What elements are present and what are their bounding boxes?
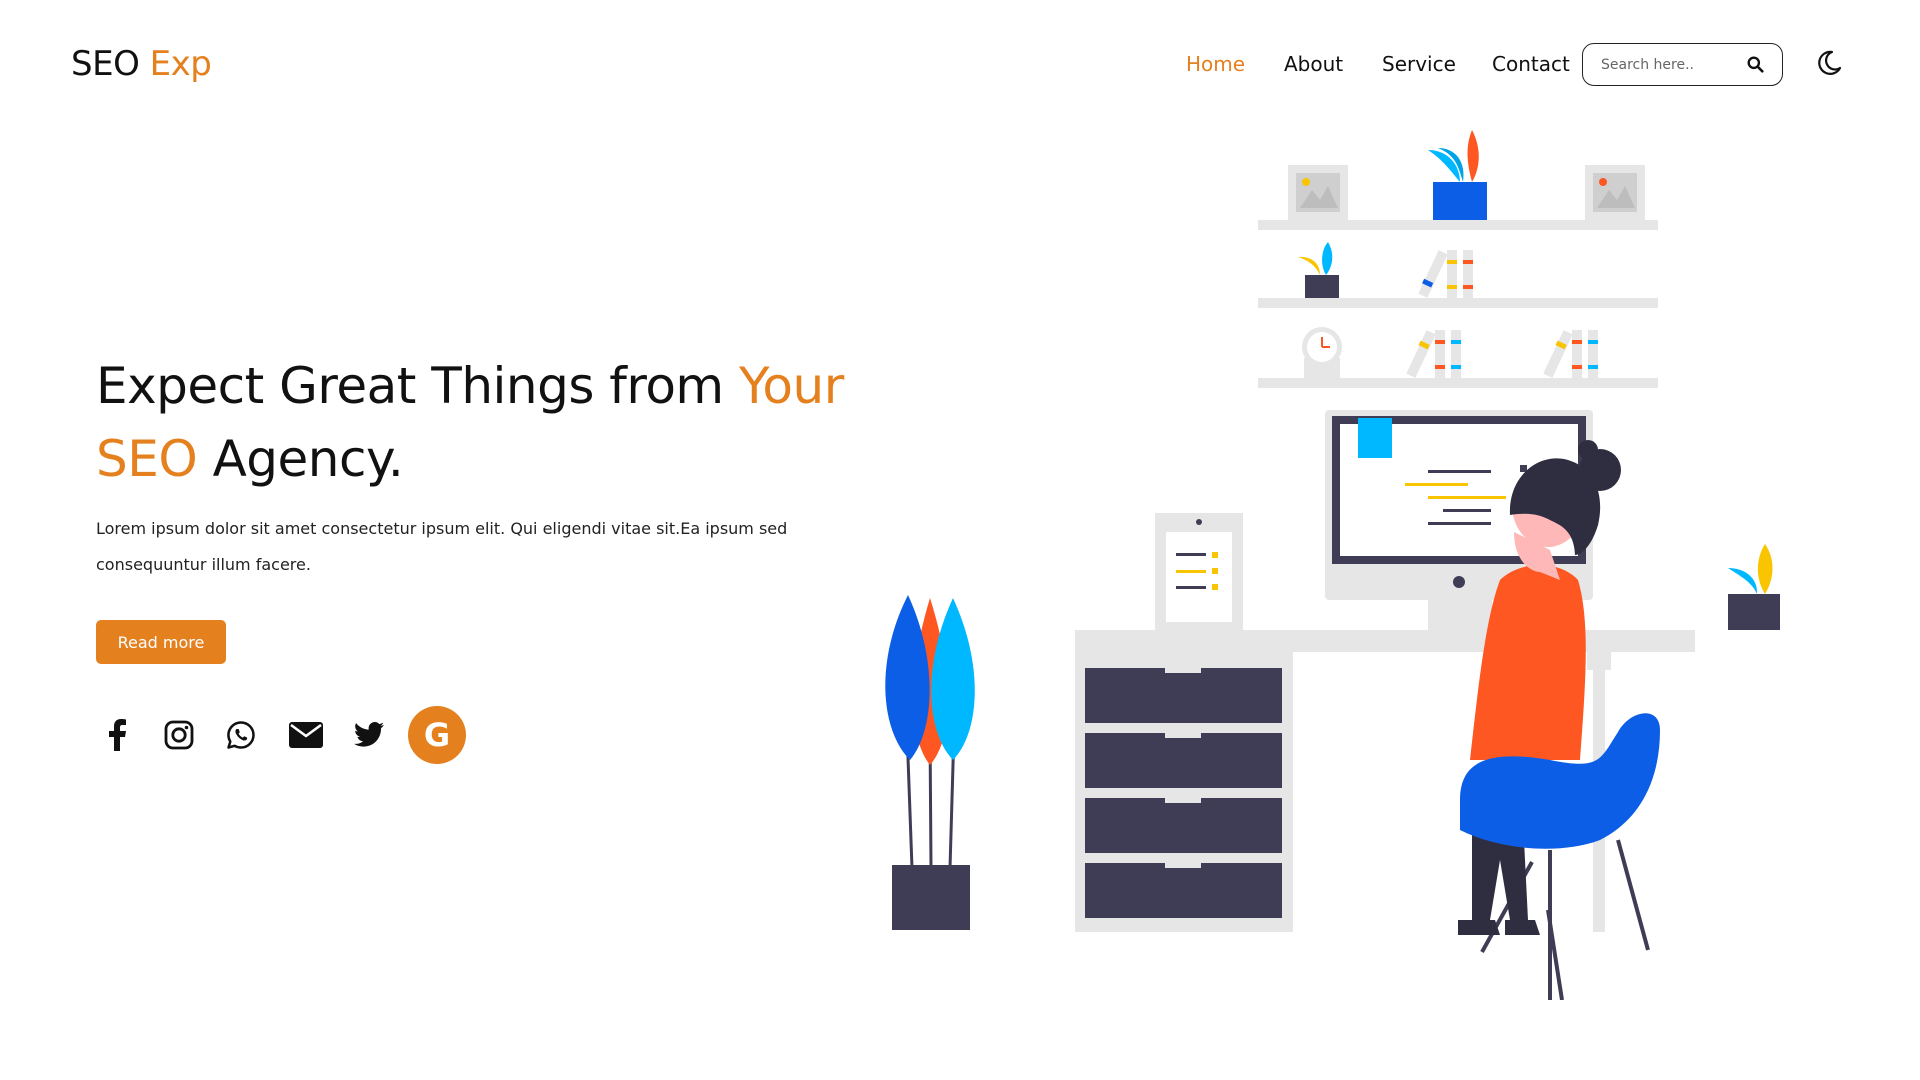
nav-service[interactable]: Service [1382,52,1456,76]
read-more-button[interactable]: Read more [96,620,226,664]
brand-name-part2: Exp [149,44,212,84]
nav-contact[interactable]: Contact [1492,52,1570,76]
hero-title-part2: Agency. [197,430,404,488]
envelope-icon[interactable] [289,722,323,748]
search-icon[interactable] [1747,56,1764,73]
hero-title-accent-your: Your [739,357,844,415]
moon-icon[interactable] [1815,49,1843,77]
hero-title-part1: Expect Great Things from [96,357,740,415]
instagram-icon[interactable] [164,720,194,750]
google-icon[interactable]: G [408,706,466,764]
brand-logo[interactable]: SEO Exp [71,44,212,84]
twitter-icon[interactable] [354,722,384,748]
search-box [1582,43,1783,86]
facebook-icon[interactable] [106,719,128,751]
wall-shelves [1258,130,1658,388]
social-links: G [96,702,496,766]
nav-about[interactable]: About [1284,52,1343,76]
office-illustration [885,130,1780,1000]
hero-description: Lorem ipsum dolor sit amet consectetur i… [96,519,788,574]
navbar: SEO Exp Home About Service Contact [0,0,1920,130]
whatsapp-icon[interactable] [226,720,256,750]
hero-title-accent-seo: SEO [96,430,198,488]
brand-name-part1: SEO [71,44,140,84]
search-input[interactable] [1601,54,1741,76]
hero-title: Expect Great Things from Your SEO Agency… [96,350,856,496]
nav-home[interactable]: Home [1186,52,1245,76]
tall-plant [885,595,975,930]
desk [1075,410,1780,932]
